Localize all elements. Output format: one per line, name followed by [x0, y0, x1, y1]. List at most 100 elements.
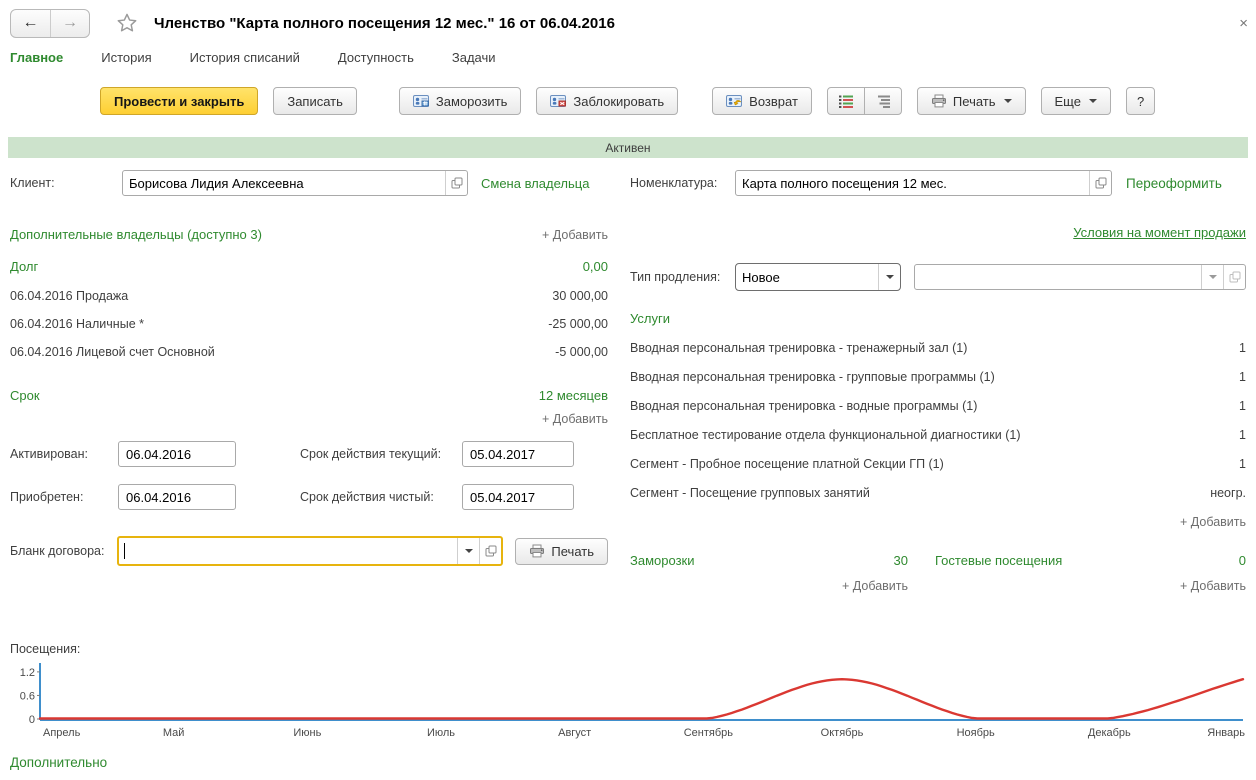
hierarchy-list-icon: [875, 94, 891, 109]
service-row: Бесплатное тестирование отдела функциона…: [630, 420, 1246, 449]
service-name: Вводная персональная тренировка - водные…: [630, 399, 977, 413]
purchased-label: Приобретен:: [10, 490, 118, 504]
page-title: Членство "Карта полного посещения 12 мес…: [154, 15, 615, 32]
back-button[interactable]: ←: [11, 10, 50, 37]
add-service-link[interactable]: + Добавить: [1180, 515, 1246, 529]
nomenclature-label: Номенклатура:: [630, 176, 735, 190]
view-toggle-group: [827, 87, 902, 115]
more-button[interactable]: Еще: [1041, 87, 1111, 115]
colored-list-view-button[interactable]: [827, 87, 865, 115]
favorite-star-icon[interactable]: [114, 10, 140, 36]
additional-header[interactable]: Дополнительно: [10, 755, 107, 770]
contract-row: Бланк договора: Печать: [10, 536, 608, 566]
refund-button-label: Возврат: [749, 94, 798, 109]
freezes-header[interactable]: Заморозки: [630, 553, 694, 568]
chart-month-label: Декабрь: [1088, 727, 1131, 739]
tab-zadachi[interactable]: Задачи: [452, 50, 496, 65]
chart-ytick-label: 1.2: [20, 667, 35, 679]
renewal-secondary-dropdown-button[interactable]: [1201, 265, 1223, 289]
debt-row-value: 30 000,00: [552, 289, 608, 303]
contract-combo: [117, 536, 504, 566]
debt-header[interactable]: Долг: [10, 259, 38, 274]
sale-terms-link[interactable]: Условия на момент продажи: [1073, 225, 1246, 240]
visits-chart: Посещения: 00.61.2АпрельМайИюньИюльАвгус…: [10, 642, 1246, 750]
save-button[interactable]: Записать: [273, 87, 357, 115]
help-button[interactable]: ?: [1126, 87, 1155, 115]
chevron-down-icon: [465, 549, 473, 553]
term-current-label: Срок действия текущий:: [300, 447, 462, 461]
forward-button[interactable]: →: [50, 10, 89, 37]
block-button[interactable]: Заблокировать: [536, 87, 678, 115]
services-header[interactable]: Услуги: [630, 311, 1246, 326]
term-header[interactable]: Срок: [10, 388, 40, 403]
chart-month-label: Июнь: [293, 727, 321, 739]
contract-choose-button[interactable]: [479, 538, 501, 564]
status-bar: Активен: [8, 137, 1248, 158]
freeze-button[interactable]: Заморозить: [399, 87, 522, 115]
tab-dostupnost[interactable]: Доступность: [338, 50, 414, 65]
service-name: Бесплатное тестирование отдела функциона…: [630, 428, 1020, 442]
service-qty: 1: [1239, 399, 1246, 413]
term-current-date-input[interactable]: [462, 441, 574, 467]
contract-input[interactable]: [125, 538, 458, 564]
more-button-label: Еще: [1055, 94, 1081, 109]
print-menu-button[interactable]: Печать: [917, 87, 1026, 115]
post-and-close-button[interactable]: Провести и закрыть: [100, 87, 258, 115]
change-owner-link[interactable]: Смена владельца: [481, 176, 589, 191]
nomenclature-choose-button[interactable]: [1089, 171, 1111, 195]
debt-row-value: -25 000,00: [548, 317, 608, 331]
close-icon[interactable]: ×: [1239, 16, 1248, 31]
freeze-button-label: Заморозить: [436, 94, 508, 109]
debt-total: 0,00: [583, 259, 608, 274]
service-qty: 1: [1239, 341, 1246, 355]
purchased-date-input[interactable]: [118, 484, 236, 510]
renewal-secondary-input[interactable]: [915, 265, 1201, 289]
debt-rows: 06.04.2016 Продажа 30 000,00 06.04.2016 …: [10, 282, 608, 366]
term-header-row: Срок 12 месяцев: [10, 388, 608, 403]
chart-month-label: Октябрь: [821, 727, 864, 739]
chart-month-label: Август: [558, 727, 591, 739]
activated-date-input[interactable]: [118, 441, 236, 467]
title-bar: ← → Членство "Карта полного посещения 12…: [10, 8, 1248, 38]
chart-ytick-label: 0: [29, 714, 35, 726]
refund-button[interactable]: Возврат: [712, 87, 812, 115]
membership-card-block-icon: [550, 94, 567, 108]
guest-visits-value: 0: [1239, 553, 1246, 568]
visits-line-chart: 00.61.2АпрельМайИюньИюльАвгустСентябрьОк…: [10, 658, 1246, 750]
add-guest-visit-link[interactable]: + Добавить: [1180, 579, 1246, 593]
renewal-secondary-choose-button[interactable]: [1223, 265, 1245, 289]
add-owner-link[interactable]: + Добавить: [542, 228, 608, 242]
nomenclature-row: Номенклатура: Переоформить: [630, 170, 1246, 196]
service-qty: неогр.: [1210, 486, 1246, 500]
additional-owners-header[interactable]: Дополнительные владельцы (доступно 3): [10, 227, 262, 242]
renewal-type-input[interactable]: [736, 264, 878, 290]
service-row: Вводная персональная тренировка - группо…: [630, 362, 1246, 391]
contract-label: Бланк договора:: [10, 544, 117, 558]
nav-history-group: ← →: [10, 9, 90, 38]
right-column: Номенклатура: Переоформить Условия на мо…: [630, 170, 1246, 593]
renewal-type-combo: [735, 263, 901, 291]
tab-istoriya[interactable]: История: [101, 50, 151, 65]
hierarchy-view-button[interactable]: [864, 87, 902, 115]
debt-row: 06.04.2016 Продажа 30 000,00: [10, 282, 608, 310]
service-qty: 1: [1239, 428, 1246, 442]
contract-print-button[interactable]: Печать: [515, 538, 608, 565]
nomenclature-input[interactable]: [736, 171, 1089, 195]
add-freeze-link[interactable]: + Добавить: [842, 579, 908, 593]
tab-glavnoe[interactable]: Главное: [10, 50, 63, 65]
add-term-link[interactable]: + Добавить: [542, 412, 608, 426]
tab-istoriya-spisaniy[interactable]: История списаний: [190, 50, 300, 65]
renewal-dropdown-button[interactable]: [878, 264, 900, 290]
contract-dropdown-button[interactable]: [457, 538, 479, 564]
chart-month-label: Ноябрь: [957, 727, 995, 739]
block-button-label: Заблокировать: [573, 94, 664, 109]
guest-visits-header[interactable]: Гостевые посещения: [935, 553, 1062, 568]
client-choose-button[interactable]: [445, 171, 467, 195]
colored-list-icon: [838, 94, 854, 109]
client-input[interactable]: [123, 171, 445, 195]
services-add-row: + Добавить: [630, 515, 1246, 529]
term-net-date-input[interactable]: [462, 484, 574, 510]
term-add-row: + Добавить: [10, 412, 608, 426]
service-row: Вводная персональная тренировка - тренаж…: [630, 333, 1246, 362]
reissue-link[interactable]: Переоформить: [1126, 176, 1222, 191]
